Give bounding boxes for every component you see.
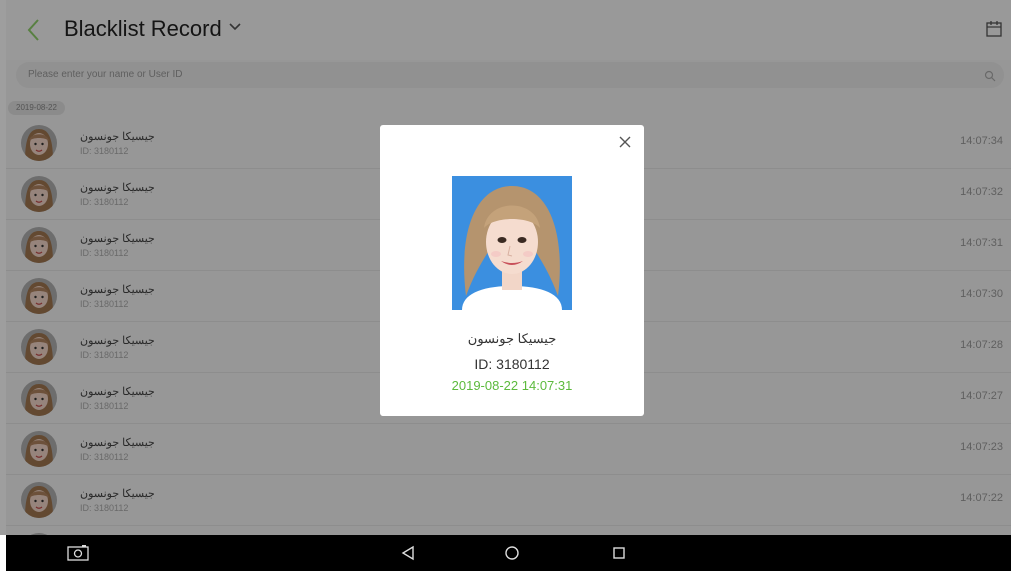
dialog-user-id: ID: 3180112 xyxy=(474,356,550,372)
dialog-user-name: جيسيكا جونسون xyxy=(467,331,557,346)
screenshot-icon[interactable] xyxy=(67,545,89,566)
back-triangle-icon[interactable] xyxy=(400,545,416,566)
dialog-datetime: 2019-08-22 14:07:31 xyxy=(451,378,573,393)
home-circle-icon[interactable] xyxy=(504,545,520,566)
user-photo xyxy=(452,176,572,310)
system-nav-bar xyxy=(6,535,1011,571)
record-detail-dialog: جيسيكا جونسون ID: 3180112 2019-08-22 14:… xyxy=(380,125,644,416)
close-icon[interactable] xyxy=(618,135,632,154)
recents-square-icon[interactable] xyxy=(611,545,627,566)
